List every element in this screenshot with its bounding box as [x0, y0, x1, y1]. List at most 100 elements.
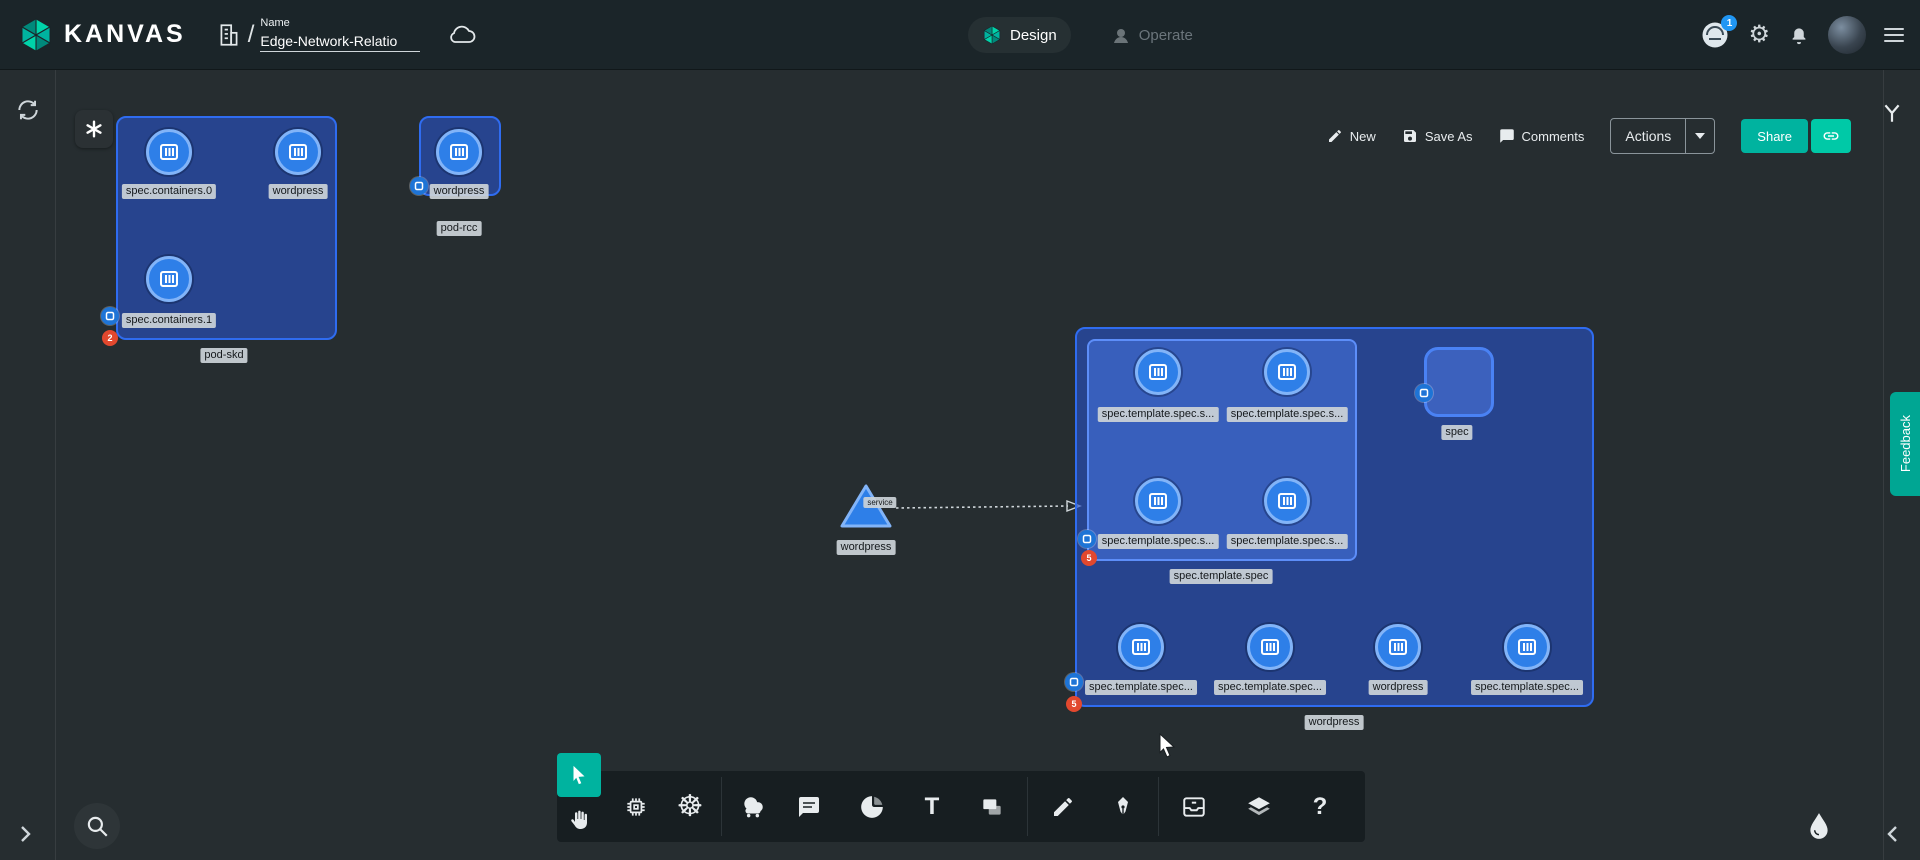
group-label: wordpress	[1305, 715, 1364, 730]
save-status-button[interactable]	[446, 23, 478, 47]
drawer-icon	[1181, 794, 1207, 820]
hierarchy-view-button[interactable]	[1881, 102, 1903, 124]
kanvas-logo-wrap[interactable]: KANVAS	[18, 17, 186, 53]
new-button[interactable]: New	[1327, 128, 1376, 144]
node-label: wordpress	[837, 540, 896, 555]
group-count-badge[interactable]: 5	[1066, 696, 1082, 712]
container-icon	[1147, 361, 1169, 383]
tool-text-button[interactable]: T	[910, 771, 954, 842]
organization-button[interactable]	[216, 22, 242, 48]
node-pod-container-0[interactable]	[1118, 624, 1164, 670]
save-icon	[1402, 128, 1418, 144]
node-wordpress-pod-skd[interactable]	[275, 129, 321, 175]
feedback-tab[interactable]: Feedback	[1890, 392, 1920, 496]
node-pod-container-1[interactable]	[1247, 624, 1293, 670]
tool-shapes-button[interactable]	[731, 771, 775, 842]
mode-tabs: Design Operate	[968, 0, 1207, 70]
logo-text: KANVAS	[64, 20, 186, 49]
cloud-icon	[446, 23, 478, 47]
notifications-button[interactable]	[1788, 24, 1810, 46]
design-name-input[interactable]	[260, 31, 420, 52]
tool-layers-button[interactable]	[1237, 771, 1281, 842]
group-count-badge[interactable]: 2	[102, 330, 118, 346]
node-label: spec.template.spec...	[1471, 680, 1583, 695]
node-label: spec.template.spec.s...	[1098, 407, 1219, 422]
tool-container-shape-button[interactable]	[970, 771, 1014, 842]
group-label: pod-rcc	[437, 221, 482, 236]
node-wordpress-pod-rcc[interactable]	[436, 129, 482, 175]
refresh-canvas-button[interactable]	[15, 97, 41, 123]
pod-kind-badge[interactable]	[1078, 530, 1096, 548]
node-label: wordpress	[430, 184, 489, 199]
overlap-rects-icon	[979, 794, 1005, 820]
node-spec-containers-0[interactable]	[146, 129, 192, 175]
tab-operate[interactable]: Operate	[1097, 17, 1207, 53]
menu-button[interactable]	[1884, 28, 1904, 42]
chevron-down-icon	[1695, 133, 1705, 139]
share-group: Share	[1741, 119, 1851, 153]
tool-kubernetes-button[interactable]: ☸	[668, 771, 712, 842]
top-navbar: KANVAS / Name	[0, 0, 1920, 70]
node-spec[interactable]	[1424, 347, 1494, 417]
tool-help-button[interactable]: ?	[1298, 771, 1342, 842]
tool-pen-button[interactable]	[1101, 771, 1145, 842]
zoom-button[interactable]	[74, 803, 120, 849]
design-canvas[interactable]: Feedback New Save As Comments Actions	[0, 70, 1920, 860]
node-label: wordpress	[269, 184, 328, 199]
save-as-button[interactable]: Save As	[1402, 128, 1473, 144]
design-name-label: Name	[260, 17, 420, 29]
node-spec-containers-1[interactable]	[146, 256, 192, 302]
tool-drawer-button[interactable]	[1172, 771, 1216, 842]
node-template-container-1[interactable]	[1264, 349, 1310, 395]
tool-pencil-button[interactable]	[1041, 771, 1085, 842]
container-icon	[1276, 490, 1298, 512]
comments-button[interactable]: Comments	[1499, 128, 1585, 144]
design-tab-icon	[982, 25, 1002, 45]
collapse-right-panel-button[interactable]	[1886, 824, 1900, 844]
pod-kind-badge[interactable]	[1415, 384, 1433, 402]
service-deployment-edge[interactable]	[892, 498, 1084, 516]
sync-icon	[15, 97, 41, 123]
bell-icon	[1788, 24, 1810, 46]
actions-dropdown-button[interactable]: Actions	[1610, 118, 1715, 154]
operate-tab-icon	[1111, 25, 1131, 45]
operate-tab-label: Operate	[1139, 27, 1193, 44]
node-template-container-3[interactable]	[1264, 478, 1310, 524]
share-button[interactable]: Share	[1741, 119, 1808, 153]
tab-design[interactable]: Design	[968, 17, 1071, 53]
node-template-container-2[interactable]	[1135, 478, 1181, 524]
tool-sticker-button[interactable]	[850, 771, 894, 842]
group-spec-template-spec[interactable]	[1087, 339, 1357, 561]
hierarchy-y-icon	[1881, 102, 1903, 124]
pod-kind-badge[interactable]	[410, 177, 428, 195]
tool-select-button[interactable]	[557, 753, 601, 797]
pencil-icon	[1327, 128, 1343, 144]
actions-caret-segment[interactable]	[1685, 119, 1714, 153]
tool-pan-button[interactable]	[564, 803, 594, 837]
deployment-kind-badge[interactable]	[1065, 673, 1083, 691]
group-tools-button[interactable]	[75, 110, 113, 148]
water-drop-icon	[1808, 812, 1830, 840]
design-tab-label: Design	[1010, 27, 1057, 44]
pencil-icon	[1051, 795, 1075, 819]
toolbar-divider	[1158, 777, 1159, 836]
settings-button[interactable]: ⚙	[1748, 23, 1770, 47]
tool-components-button[interactable]	[614, 771, 658, 842]
container-icon	[158, 268, 180, 290]
container-icon	[1130, 636, 1152, 658]
navbar-right-actions: 1 ⚙	[1700, 0, 1904, 70]
chevron-left-icon	[1886, 824, 1900, 844]
container-icon	[448, 141, 470, 163]
save-as-label: Save As	[1425, 129, 1473, 144]
node-pod-container-2[interactable]	[1375, 624, 1421, 670]
user-avatar[interactable]	[1828, 16, 1866, 54]
pod-kind-badge[interactable]	[101, 307, 119, 325]
provider-button[interactable]: 1	[1700, 20, 1730, 50]
group-count-badge[interactable]: 5	[1081, 550, 1097, 566]
tool-comment-button[interactable]	[787, 771, 831, 842]
node-template-container-0[interactable]	[1135, 349, 1181, 395]
expand-left-panel-button[interactable]	[18, 824, 32, 844]
copy-link-button[interactable]	[1811, 119, 1851, 153]
snapshot-button[interactable]	[1808, 812, 1830, 840]
node-pod-container-3[interactable]	[1504, 624, 1550, 670]
